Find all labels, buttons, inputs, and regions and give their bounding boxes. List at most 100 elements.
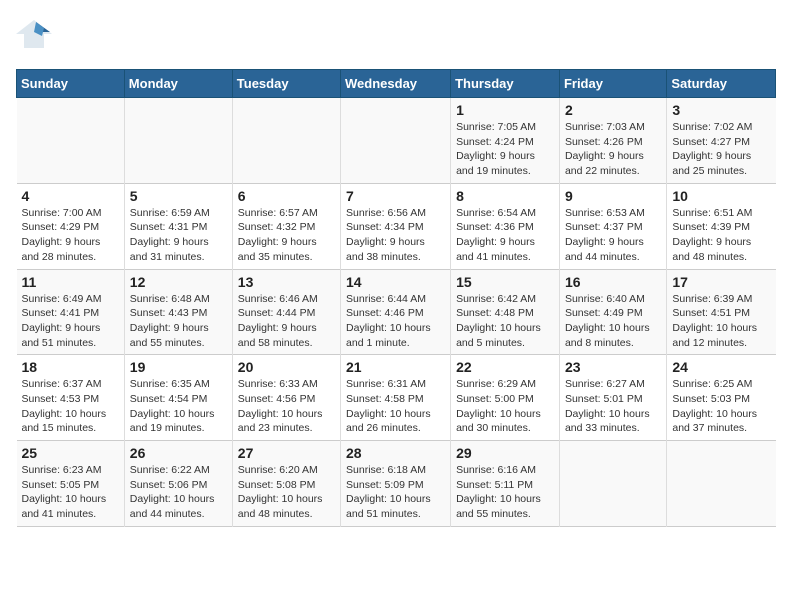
day-info: Sunrise: 6:57 AM Sunset: 4:32 PM Dayligh… xyxy=(238,206,335,265)
day-number: 11 xyxy=(22,274,119,290)
day-info: Sunrise: 6:44 AM Sunset: 4:46 PM Dayligh… xyxy=(346,292,445,351)
day-number: 19 xyxy=(130,359,227,375)
day-cell: 28 Sunrise: 6:18 AM Sunset: 5:09 PM Dayli… xyxy=(341,441,451,527)
day-info: Sunrise: 6:39 AM Sunset: 4:51 PM Dayligh… xyxy=(672,292,770,351)
day-info: Sunrise: 7:03 AM Sunset: 4:26 PM Dayligh… xyxy=(565,120,661,179)
day-cell: 3Sunrise: 7:02 AM Sunset: 4:27 PM Daylig… xyxy=(667,98,776,184)
day-cell: 5 Sunrise: 6:59 AM Sunset: 4:31 PM Daylig… xyxy=(124,183,232,269)
header-day-wednesday: Wednesday xyxy=(341,70,451,98)
week-row-3: 11 Sunrise: 6:49 AM Sunset: 4:41 PM Dayli… xyxy=(17,269,776,355)
day-cell xyxy=(124,98,232,184)
day-number: 22 xyxy=(456,359,554,375)
day-number: 20 xyxy=(238,359,335,375)
calendar-header: SundayMondayTuesdayWednesdayThursdayFrid… xyxy=(17,70,776,98)
day-number: 7 xyxy=(346,188,445,204)
header-day-tuesday: Tuesday xyxy=(232,70,340,98)
day-cell: 25 Sunrise: 6:23 AM Sunset: 5:05 PM Dayli… xyxy=(17,441,125,527)
day-number: 26 xyxy=(130,445,227,461)
day-number: 2 xyxy=(565,102,661,118)
day-info: Sunrise: 6:40 AM Sunset: 4:49 PM Dayligh… xyxy=(565,292,661,351)
header-day-thursday: Thursday xyxy=(451,70,560,98)
day-number: 17 xyxy=(672,274,770,290)
day-cell: 17 Sunrise: 6:39 AM Sunset: 4:51 PM Dayli… xyxy=(667,269,776,355)
day-number: 8 xyxy=(456,188,554,204)
page-header xyxy=(16,16,776,57)
day-number: 23 xyxy=(565,359,661,375)
day-cell xyxy=(341,98,451,184)
day-cell: 20 Sunrise: 6:33 AM Sunset: 4:56 PM Dayli… xyxy=(232,355,340,441)
day-info: Sunrise: 6:16 AM Sunset: 5:11 PM Dayligh… xyxy=(456,463,554,522)
day-info: Sunrise: 6:27 AM Sunset: 5:01 PM Dayligh… xyxy=(565,377,661,436)
day-cell xyxy=(559,441,666,527)
day-number: 9 xyxy=(565,188,661,204)
day-cell xyxy=(667,441,776,527)
day-cell: 12Sunrise: 6:48 AM Sunset: 4:43 PM Dayli… xyxy=(124,269,232,355)
day-number: 1 xyxy=(456,102,554,118)
day-info: Sunrise: 6:33 AM Sunset: 4:56 PM Dayligh… xyxy=(238,377,335,436)
day-cell: 14 Sunrise: 6:44 AM Sunset: 4:46 PM Dayli… xyxy=(341,269,451,355)
day-cell: 23 Sunrise: 6:27 AM Sunset: 5:01 PM Dayli… xyxy=(559,355,666,441)
day-number: 14 xyxy=(346,274,445,290)
day-cell: 29Sunrise: 6:16 AM Sunset: 5:11 PM Dayli… xyxy=(451,441,560,527)
day-number: 24 xyxy=(672,359,770,375)
day-cell xyxy=(17,98,125,184)
day-cell: 1 Sunrise: 7:05 AM Sunset: 4:24 PM Daylig… xyxy=(451,98,560,184)
day-cell: 4 Sunrise: 7:00 AM Sunset: 4:29 PM Daylig… xyxy=(17,183,125,269)
day-info: Sunrise: 7:00 AM Sunset: 4:29 PM Dayligh… xyxy=(22,206,119,265)
day-cell: 7 Sunrise: 6:56 AM Sunset: 4:34 PM Daylig… xyxy=(341,183,451,269)
day-number: 18 xyxy=(22,359,119,375)
day-cell: 19 Sunrise: 6:35 AM Sunset: 4:54 PM Dayli… xyxy=(124,355,232,441)
day-cell: 16Sunrise: 6:40 AM Sunset: 4:49 PM Dayli… xyxy=(559,269,666,355)
day-number: 13 xyxy=(238,274,335,290)
day-info: Sunrise: 6:42 AM Sunset: 4:48 PM Dayligh… xyxy=(456,292,554,351)
day-number: 28 xyxy=(346,445,445,461)
day-number: 21 xyxy=(346,359,445,375)
header-day-monday: Monday xyxy=(124,70,232,98)
header-day-saturday: Saturday xyxy=(667,70,776,98)
day-cell: 11 Sunrise: 6:49 AM Sunset: 4:41 PM Dayli… xyxy=(17,269,125,355)
day-info: Sunrise: 6:18 AM Sunset: 5:09 PM Dayligh… xyxy=(346,463,445,522)
day-info: Sunrise: 6:23 AM Sunset: 5:05 PM Dayligh… xyxy=(22,463,119,522)
day-cell: 21 Sunrise: 6:31 AM Sunset: 4:58 PM Dayli… xyxy=(341,355,451,441)
day-info: Sunrise: 6:35 AM Sunset: 4:54 PM Dayligh… xyxy=(130,377,227,436)
day-cell: 24Sunrise: 6:25 AM Sunset: 5:03 PM Dayli… xyxy=(667,355,776,441)
day-info: Sunrise: 6:49 AM Sunset: 4:41 PM Dayligh… xyxy=(22,292,119,351)
day-number: 10 xyxy=(672,188,770,204)
week-row-4: 18 Sunrise: 6:37 AM Sunset: 4:53 PM Dayli… xyxy=(17,355,776,441)
day-number: 27 xyxy=(238,445,335,461)
day-cell: 15Sunrise: 6:42 AM Sunset: 4:48 PM Dayli… xyxy=(451,269,560,355)
day-info: Sunrise: 6:22 AM Sunset: 5:06 PM Dayligh… xyxy=(130,463,227,522)
header-row: SundayMondayTuesdayWednesdayThursdayFrid… xyxy=(17,70,776,98)
day-info: Sunrise: 7:05 AM Sunset: 4:24 PM Dayligh… xyxy=(456,120,554,179)
day-cell: 9 Sunrise: 6:53 AM Sunset: 4:37 PM Daylig… xyxy=(559,183,666,269)
day-cell: 2 Sunrise: 7:03 AM Sunset: 4:26 PM Daylig… xyxy=(559,98,666,184)
day-number: 5 xyxy=(130,188,227,204)
calendar-table: SundayMondayTuesdayWednesdayThursdayFrid… xyxy=(16,69,776,527)
day-info: Sunrise: 6:59 AM Sunset: 4:31 PM Dayligh… xyxy=(130,206,227,265)
day-cell: 18 Sunrise: 6:37 AM Sunset: 4:53 PM Dayli… xyxy=(17,355,125,441)
header-day-friday: Friday xyxy=(559,70,666,98)
day-cell: 27 Sunrise: 6:20 AM Sunset: 5:08 PM Dayli… xyxy=(232,441,340,527)
logo-icon xyxy=(16,16,52,52)
week-row-1: 1 Sunrise: 7:05 AM Sunset: 4:24 PM Daylig… xyxy=(17,98,776,184)
day-info: Sunrise: 6:53 AM Sunset: 4:37 PM Dayligh… xyxy=(565,206,661,265)
day-number: 6 xyxy=(238,188,335,204)
day-info: Sunrise: 6:31 AM Sunset: 4:58 PM Dayligh… xyxy=(346,377,445,436)
header-day-sunday: Sunday xyxy=(17,70,125,98)
week-row-2: 4 Sunrise: 7:00 AM Sunset: 4:29 PM Daylig… xyxy=(17,183,776,269)
day-cell: 6 Sunrise: 6:57 AM Sunset: 4:32 PM Daylig… xyxy=(232,183,340,269)
day-number: 25 xyxy=(22,445,119,461)
day-cell: 8Sunrise: 6:54 AM Sunset: 4:36 PM Daylig… xyxy=(451,183,560,269)
day-info: Sunrise: 6:29 AM Sunset: 5:00 PM Dayligh… xyxy=(456,377,554,436)
day-info: Sunrise: 6:20 AM Sunset: 5:08 PM Dayligh… xyxy=(238,463,335,522)
day-info: Sunrise: 7:02 AM Sunset: 4:27 PM Dayligh… xyxy=(672,120,770,179)
day-info: Sunrise: 6:46 AM Sunset: 4:44 PM Dayligh… xyxy=(238,292,335,351)
calendar-body: 1 Sunrise: 7:05 AM Sunset: 4:24 PM Daylig… xyxy=(17,98,776,527)
logo xyxy=(16,16,56,57)
day-cell: 13 Sunrise: 6:46 AM Sunset: 4:44 PM Dayli… xyxy=(232,269,340,355)
day-number: 4 xyxy=(22,188,119,204)
day-cell xyxy=(232,98,340,184)
day-info: Sunrise: 6:56 AM Sunset: 4:34 PM Dayligh… xyxy=(346,206,445,265)
day-info: Sunrise: 6:51 AM Sunset: 4:39 PM Dayligh… xyxy=(672,206,770,265)
day-info: Sunrise: 6:37 AM Sunset: 4:53 PM Dayligh… xyxy=(22,377,119,436)
